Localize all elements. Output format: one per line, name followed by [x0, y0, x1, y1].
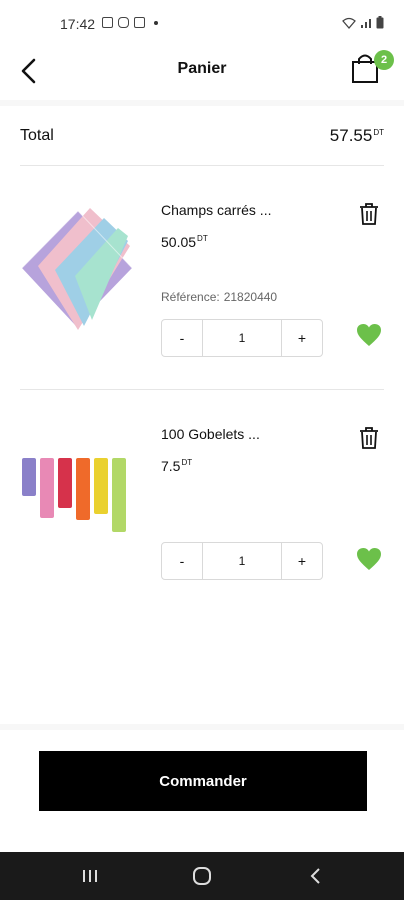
recent-apps-button[interactable]	[78, 866, 102, 886]
recent-apps-icon	[83, 870, 97, 882]
total-amount: 57.55	[329, 125, 373, 145]
item-price: 7.5DT	[161, 458, 192, 474]
item-price: 50.05DT	[161, 234, 208, 250]
heart-icon	[357, 548, 381, 570]
quantity-value[interactable]: 1	[202, 543, 282, 579]
item-currency: DT	[197, 234, 208, 243]
cart-item: Champs carrés ... 50.05DT Référence: 2182…	[20, 166, 384, 390]
product-image-cups[interactable]	[20, 420, 132, 570]
item-currency: DT	[181, 458, 193, 467]
order-button[interactable]: Commander	[39, 751, 367, 811]
instagram-icon	[118, 17, 129, 28]
item-reference: Référence: 21820440	[161, 290, 277, 304]
home-button[interactable]	[190, 866, 214, 886]
app-header: Panier 2	[0, 44, 404, 100]
more-notifications-icon	[154, 20, 158, 25]
item-name[interactable]: Champs carrés ...	[161, 202, 271, 218]
signal-icon	[361, 18, 371, 28]
product-image-napkins[interactable]	[20, 196, 132, 346]
footer-divider	[0, 724, 404, 730]
system-back-icon	[310, 868, 320, 884]
delete-item-button[interactable]	[358, 202, 380, 226]
delete-item-button[interactable]	[358, 426, 380, 450]
page-title: Panier	[177, 60, 227, 77]
decrease-quantity-button[interactable]: -	[162, 543, 202, 579]
item-price-value: 7.5	[161, 458, 181, 474]
increase-quantity-button[interactable]: +	[282, 320, 322, 356]
favorite-button[interactable]	[356, 547, 382, 571]
status-bar: 17:42	[0, 0, 404, 44]
total-label: Total	[20, 126, 54, 144]
trash-icon	[360, 203, 378, 225]
item-name[interactable]: 100 Gobelets ...	[161, 426, 260, 442]
increase-quantity-button[interactable]: +	[282, 543, 322, 579]
system-icons	[342, 16, 384, 29]
system-nav-bar	[0, 852, 404, 900]
reference-value: 21820440	[223, 290, 278, 304]
total-price: 57.55DT	[330, 126, 384, 146]
cart-count-badge: 2	[374, 50, 394, 70]
system-back-button[interactable]	[303, 866, 327, 886]
wifi-icon	[342, 17, 356, 29]
favorite-button[interactable]	[356, 323, 382, 347]
total-row: Total 57.55DT	[20, 106, 384, 166]
heart-icon	[357, 324, 381, 346]
cart-button[interactable]: 2	[350, 50, 394, 90]
trash-icon	[360, 427, 378, 449]
total-currency: DT	[373, 127, 384, 137]
item-price-value: 50.05	[161, 234, 197, 250]
quantity-value[interactable]: 1	[202, 320, 282, 356]
quantity-stepper: - 1 +	[161, 319, 323, 357]
quantity-stepper: - 1 +	[161, 542, 323, 580]
battery-icon	[376, 16, 384, 29]
app-icon	[134, 17, 145, 28]
decrease-quantity-button[interactable]: -	[162, 320, 202, 356]
status-time: 17:42	[60, 16, 96, 32]
gallery-icon	[102, 17, 113, 28]
cart-item: 100 Gobelets ... 7.5DT - 1 +	[20, 390, 384, 614]
reference-label: Référence:	[161, 290, 220, 304]
notification-icons	[102, 17, 158, 28]
home-icon	[193, 867, 211, 885]
